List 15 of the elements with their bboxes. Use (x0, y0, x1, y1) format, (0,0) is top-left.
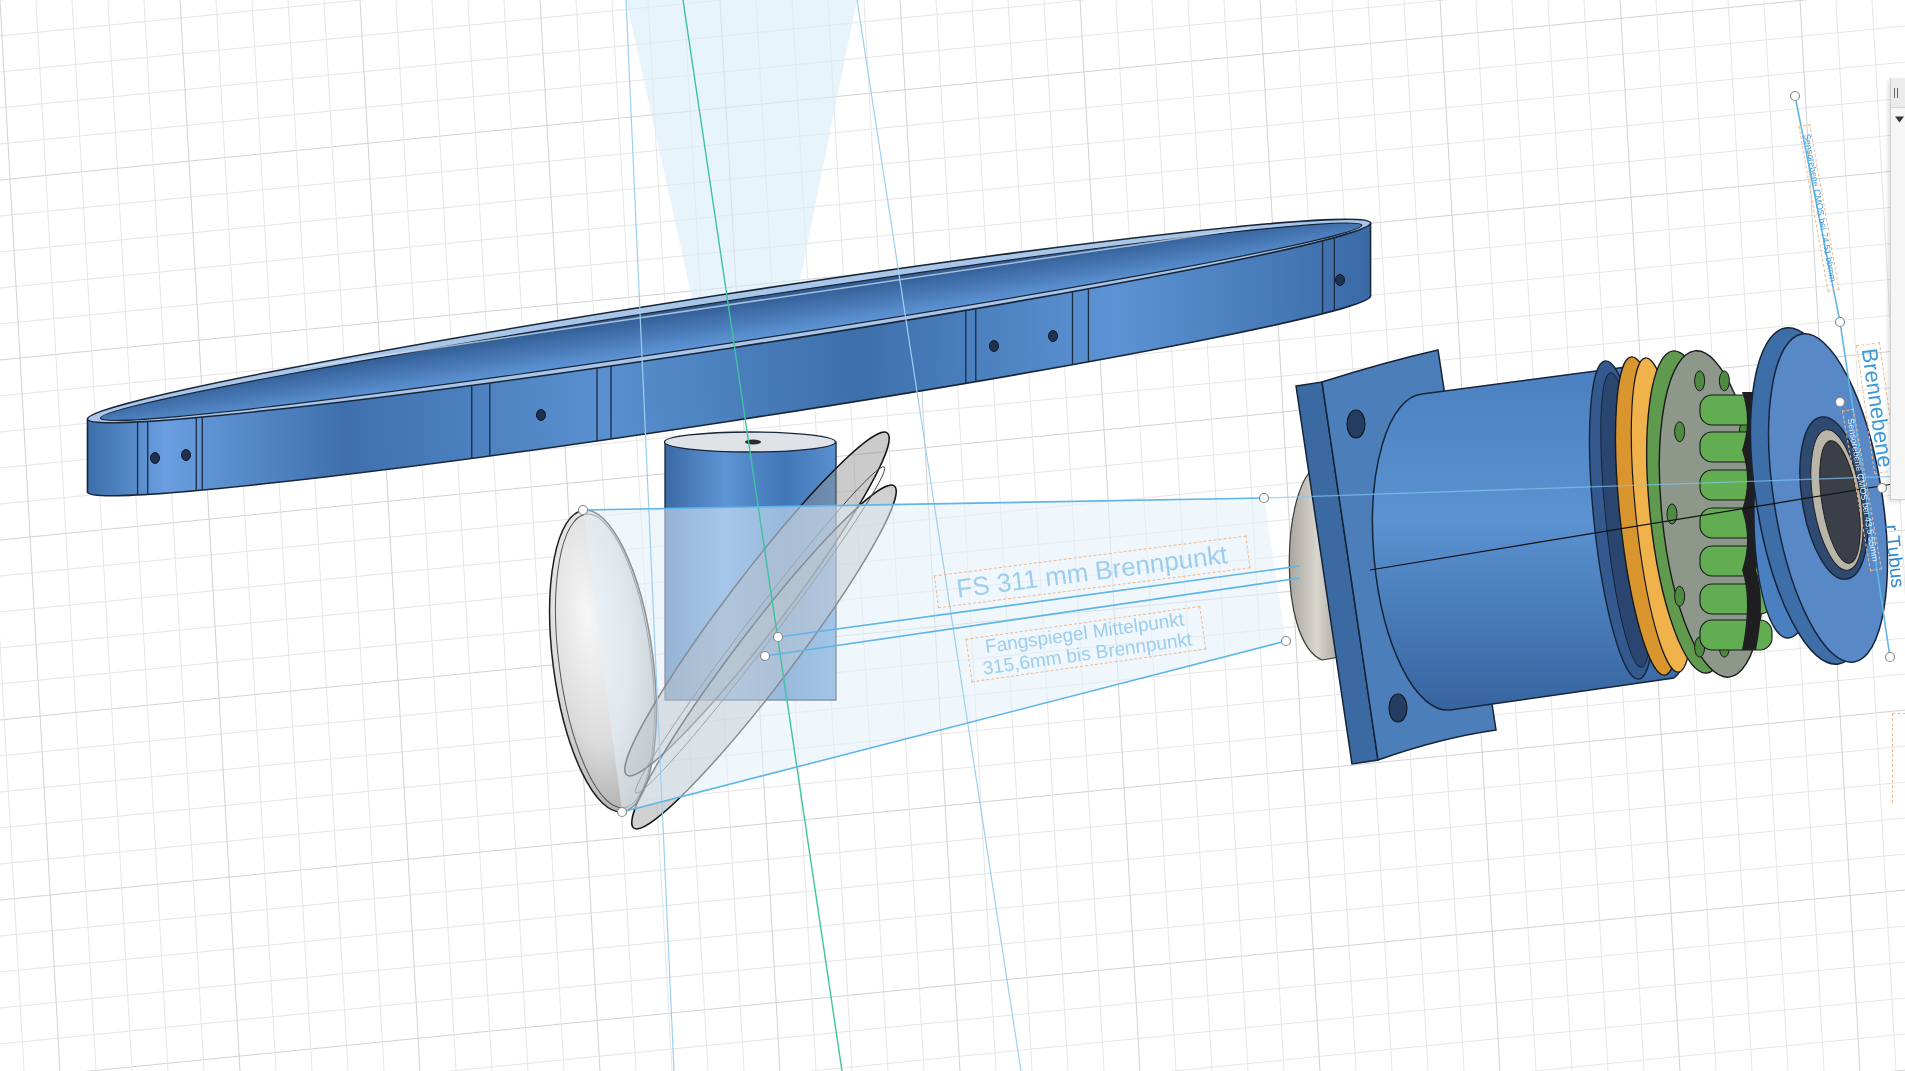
sketch-point-icon (577, 504, 589, 516)
caret-icon[interactable] (1895, 115, 1904, 124)
sketch-point-icon (1789, 90, 1801, 102)
sketch-point-icon (1834, 396, 1846, 408)
sketch-point-icon (1876, 482, 1888, 494)
sketch-point-icon (616, 806, 628, 818)
sketch-point-icon (1280, 635, 1292, 647)
sketch-point-icon (1258, 492, 1270, 504)
sketch-point-icon (1834, 316, 1846, 328)
sketch-point-icon (772, 631, 784, 643)
dimension-label: r Tubus (1882, 523, 1905, 589)
cad-viewport[interactable]: FS 311 mm Brennpunkt Fangspiegel Mittelpunkt 315,6mm bis Brennpunkt Sensorebene CMOS bei 74,51 bbmm Brennebene Sensorebene CMOS bei 43,5 55mm r Tubus (0, 0, 1905, 1071)
sketch-point-icon (1884, 651, 1896, 663)
sketch-point-icon (759, 650, 771, 662)
grip-icon[interactable] (1894, 87, 1898, 98)
